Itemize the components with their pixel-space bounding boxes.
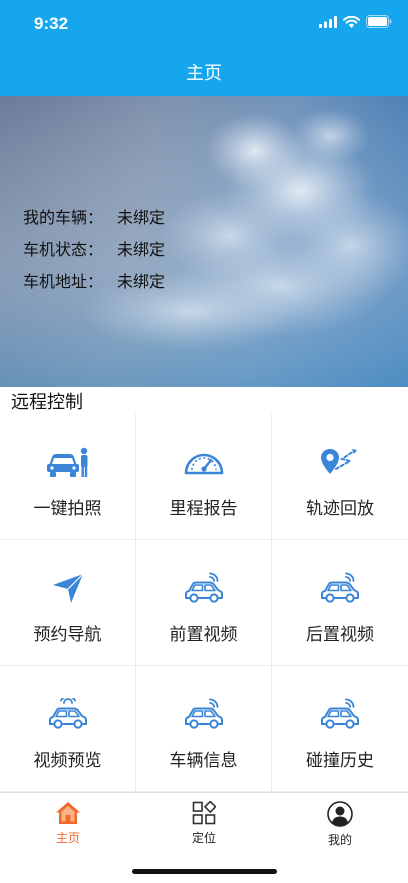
grid-item-label: 里程报告 [169, 499, 238, 519]
battery-icon [366, 15, 392, 28]
banner: 我的车辆： 未绑定 车机状态： 未绑定 车机地址： 未绑定 [0, 96, 408, 387]
vehicle-info-row: 车机地址： 未绑定 [23, 264, 165, 296]
grid-item-photo[interactable]: 一键拍照 [0, 414, 136, 540]
car-signal-icon [321, 698, 359, 729]
home-indicator [132, 869, 277, 874]
grid-item-label: 前置视频 [169, 625, 238, 645]
grid-item-label: 视频预览 [33, 751, 102, 771]
info-label: 我的车辆： [23, 208, 104, 227]
wifi-icon [343, 15, 360, 28]
grid-item-label: 一键拍照 [33, 499, 102, 519]
navigation-arrow-icon [52, 573, 83, 603]
info-label: 车机地址： [23, 272, 104, 291]
signal-icon [319, 15, 337, 28]
nav-bar: 主页 [0, 48, 408, 96]
grid-item-label: 预约导航 [33, 625, 102, 645]
tab-label: 定位 [191, 831, 216, 845]
grid-item-front-video[interactable]: 前置视频 [136, 540, 272, 666]
tab-mine[interactable]: 我的 [272, 793, 408, 883]
car-person-icon [46, 447, 87, 477]
grid-item-label: 后置视频 [306, 625, 374, 645]
grid-item-navigation[interactable]: 预约导航 [0, 540, 136, 666]
status-icons [319, 15, 392, 28]
info-value: 未绑定 [117, 240, 166, 259]
status-bar: 9:32 [0, 0, 408, 48]
apps-grid-icon [192, 801, 216, 825]
info-value: 未绑定 [117, 272, 166, 291]
grid-item-label: 车辆信息 [169, 751, 238, 771]
info-label: 车机状态： [23, 240, 104, 259]
grid-item-label: 轨迹回放 [306, 499, 374, 519]
page-title: 主页 [186, 63, 222, 84]
grid-item-video-preview[interactable]: 视频预览 [0, 666, 136, 792]
tab-label: 主页 [55, 831, 80, 845]
speedometer-icon [184, 453, 223, 475]
grid-item-vehicle-info[interactable]: 车辆信息 [136, 666, 272, 792]
status-time: 9:32 [34, 14, 69, 33]
home-icon [56, 802, 80, 824]
tab-home[interactable]: 主页 [0, 793, 136, 883]
grid-item-track-playback[interactable]: 轨迹回放 [272, 414, 408, 540]
info-value: 未绑定 [117, 208, 166, 227]
remote-control-grid: 一键拍照 里程报告 轨迹回放 预约导航 前置视频 后置视频 视频预览 车辆信息 … [0, 414, 408, 792]
route-pin-icon [321, 449, 357, 474]
vehicle-info-list: 我的车辆： 未绑定 车机状态： 未绑定 车机地址： 未绑定 [23, 200, 165, 296]
car-signal-icon [321, 572, 359, 603]
grid-item-mileage[interactable]: 里程报告 [136, 414, 272, 540]
car-signal-icon [184, 698, 223, 729]
car-signal-icon [184, 572, 223, 603]
grid-item-label: 碰撞历史 [306, 751, 374, 771]
grid-item-collision-history[interactable]: 碰撞历史 [272, 666, 408, 792]
vehicle-info-row: 我的车辆： 未绑定 [23, 200, 165, 232]
vehicle-info-row: 车机状态： 未绑定 [23, 232, 165, 264]
user-icon [327, 801, 353, 827]
tab-label: 我的 [327, 833, 352, 847]
grid-item-rear-video[interactable]: 后置视频 [272, 540, 408, 666]
section-title: 远程控制 [11, 392, 83, 413]
car-signal-icon [48, 698, 87, 729]
